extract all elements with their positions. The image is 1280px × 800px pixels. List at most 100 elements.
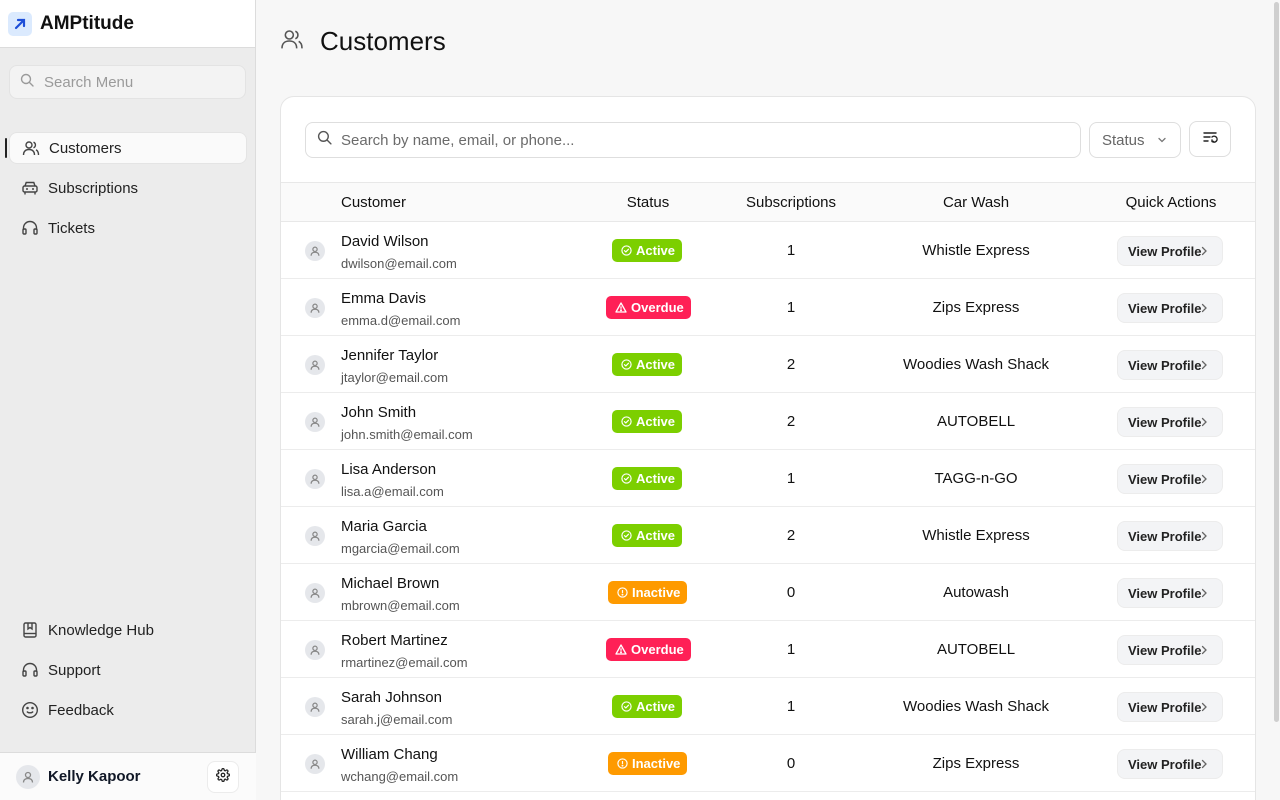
table-row[interactable]: Lisa Anderson lisa.a@email.com Active 1 …	[281, 450, 1255, 507]
view-profile-button[interactable]: View Profile	[1117, 635, 1223, 665]
customer-email: mgarcia@email.com	[341, 541, 460, 556]
customer-search-input[interactable]	[341, 131, 1061, 149]
status-badge-label: Active	[636, 471, 676, 486]
chevron-right-icon	[1200, 645, 1208, 655]
alert-circle-icon	[617, 758, 628, 769]
scrollbar[interactable]	[1272, 0, 1280, 725]
customer-name: John Smith	[341, 404, 417, 421]
car-wash-name: AUTOBELL	[936, 641, 1016, 658]
customer-avatar-icon	[305, 583, 325, 603]
column-header-customer[interactable]: Customer	[341, 183, 406, 223]
page-title: Customers	[320, 26, 446, 56]
customer-search-field[interactable]	[305, 122, 1081, 158]
book-icon	[20, 620, 40, 640]
car-wash-name: Woodies Wash Shack	[903, 698, 1049, 715]
view-profile-label: View Profile	[1128, 642, 1202, 658]
check-circle-icon	[621, 530, 632, 541]
sort-lines-icon	[1202, 129, 1218, 150]
customer-email: wchang@email.com	[341, 769, 459, 784]
status-badge: Active	[612, 467, 683, 490]
view-profile-label: View Profile	[1128, 471, 1202, 487]
check-circle-icon	[621, 701, 632, 712]
scrollbar-thumb[interactable]	[1274, 2, 1279, 722]
customers-card: Status Customer Status Subscriptions Car…	[280, 96, 1256, 800]
table-row[interactable]: David Wilson dwilson@email.com Active 1 …	[281, 222, 1255, 279]
column-header-car-wash[interactable]: Car Wash	[891, 183, 1061, 223]
search-menu-field[interactable]	[9, 65, 246, 99]
view-profile-button[interactable]: View Profile	[1117, 407, 1223, 437]
user-avatar-icon[interactable]	[16, 764, 40, 789]
chevron-right-icon	[1200, 303, 1208, 313]
car-wash-name: AUTOBELL	[936, 413, 1016, 430]
sidebar-item-knowledge-hub[interactable]: Knowledge Hub	[9, 614, 247, 646]
sidebar-item-label: Tickets	[48, 219, 95, 237]
headset-icon	[20, 660, 40, 680]
customer-avatar-icon	[305, 412, 325, 432]
subscriptions-count: 1	[786, 470, 796, 487]
status-badge: Active	[612, 239, 683, 262]
users-icon	[21, 138, 41, 158]
table-row[interactable]: Jennifer Taylor jtaylor@email.com Active…	[281, 336, 1255, 393]
column-header-subscriptions[interactable]: Subscriptions	[721, 183, 861, 223]
gear-icon	[215, 767, 231, 787]
status-badge: Overdue	[606, 638, 691, 661]
status-badge-label: Inactive	[632, 756, 681, 771]
settings-button[interactable]	[207, 761, 239, 793]
view-profile-button[interactable]: View Profile	[1117, 236, 1223, 266]
sidebar-item-feedback[interactable]: Feedback	[9, 694, 247, 726]
table-header: Customer Status Subscriptions Car Wash Q…	[281, 182, 1255, 223]
logo-arrow-icon	[8, 11, 32, 36]
column-header-status[interactable]: Status	[598, 183, 698, 223]
view-profile-button[interactable]: View Profile	[1117, 350, 1223, 380]
car-icon	[20, 178, 40, 198]
view-profile-button[interactable]: View Profile	[1117, 521, 1223, 551]
sort-filter-button[interactable]	[1189, 121, 1231, 157]
view-profile-button[interactable]: View Profile	[1117, 692, 1223, 722]
view-profile-button[interactable]: View Profile	[1117, 293, 1223, 323]
search-icon	[317, 130, 332, 150]
status-badge-label: Active	[636, 699, 676, 714]
table-row[interactable]: Maria Garcia mgarcia@email.com Active 2 …	[281, 507, 1255, 564]
view-profile-label: View Profile	[1128, 243, 1202, 259]
subscriptions-count: 1	[786, 641, 796, 658]
chevron-right-icon	[1200, 474, 1208, 484]
toolbar: Status	[305, 121, 1231, 159]
sidebar-item-support[interactable]: Support	[9, 654, 247, 686]
table-row[interactable]: Sarah Johnson sarah.j@email.com Active 1…	[281, 678, 1255, 735]
subscriptions-count: 1	[786, 698, 796, 715]
view-profile-label: View Profile	[1128, 414, 1202, 430]
car-wash-name: Zips Express	[932, 755, 1020, 772]
customer-email: sarah.j@email.com	[341, 712, 453, 727]
table-row[interactable]: John Smith john.smith@email.com Active 2…	[281, 393, 1255, 450]
car-wash-name: Autowash	[943, 584, 1009, 601]
table-body: David Wilson dwilson@email.com Active 1 …	[281, 222, 1255, 792]
table-row[interactable]: Emma Davis emma.d@email.com Overdue 1 Zi…	[281, 279, 1255, 336]
status-badge: Active	[612, 524, 683, 547]
search-menu-input[interactable]	[44, 73, 234, 91]
users-icon	[280, 27, 304, 56]
sidebar-item-label: Feedback	[48, 701, 114, 719]
alert-triangle-icon	[615, 644, 627, 655]
table-row[interactable]: William Chang wchang@email.com Inactive …	[281, 735, 1255, 792]
sidebar-item-subscriptions[interactable]: Subscriptions	[9, 172, 247, 204]
status-badge-label: Active	[636, 357, 676, 372]
status-badge-label: Overdue	[631, 300, 684, 315]
table-row[interactable]: Michael Brown mbrown@email.com Inactive …	[281, 564, 1255, 621]
customer-name: Lisa Anderson	[341, 461, 437, 478]
customer-name: William Chang	[341, 746, 438, 763]
brand[interactable]: AMPtitude	[0, 0, 255, 48]
customer-avatar-icon	[305, 640, 325, 660]
status-filter-select[interactable]: Status	[1089, 122, 1181, 158]
sidebar-item-tickets[interactable]: Tickets	[9, 212, 247, 244]
view-profile-button[interactable]: View Profile	[1117, 578, 1223, 608]
sidebar-item-customers[interactable]: Customers	[5, 132, 247, 164]
customer-name: Michael Brown	[341, 575, 440, 592]
chevron-right-icon	[1200, 588, 1208, 598]
subscriptions-count: 1	[786, 242, 796, 259]
subscriptions-count: 0	[786, 755, 796, 772]
car-wash-name: TAGG-n-GO	[934, 470, 1018, 487]
view-profile-button[interactable]: View Profile	[1117, 464, 1223, 494]
view-profile-button[interactable]: View Profile	[1117, 749, 1223, 779]
sidebar-item-label: Knowledge Hub	[48, 621, 154, 639]
table-row[interactable]: Robert Martinez rmartinez@email.com Over…	[281, 621, 1255, 678]
